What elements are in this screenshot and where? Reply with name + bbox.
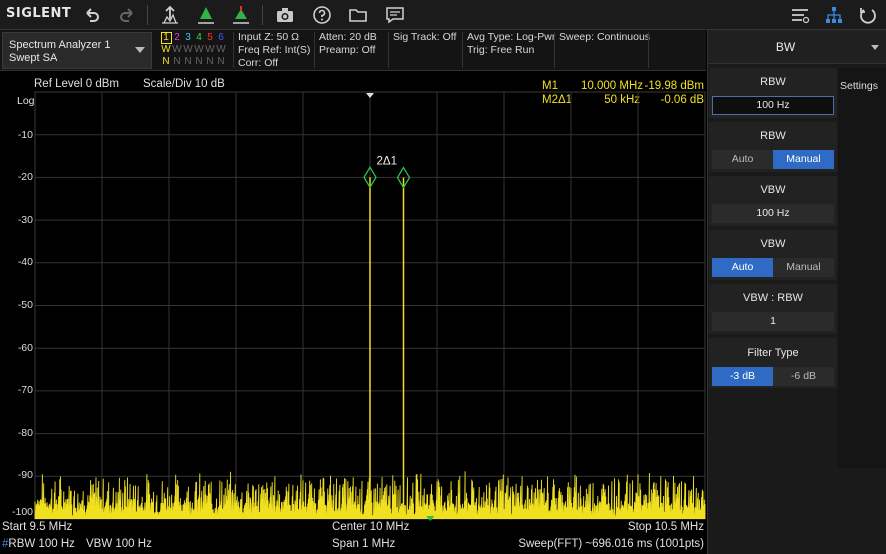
trace-number-6[interactable]: 6	[216, 32, 227, 43]
trace-number-3[interactable]: 3	[183, 32, 194, 43]
corr: Corr: Off	[238, 57, 279, 69]
trace-numbers[interactable]: 123456	[161, 32, 227, 44]
folder-icon[interactable]	[347, 4, 369, 26]
trace-mode-2: W	[172, 44, 183, 55]
ratio-label: VBW : RBW	[743, 292, 803, 304]
filter-6db-button[interactable]: -6 dB	[773, 367, 834, 386]
sweep-time[interactable]: Sweep(FFT) ~696.016 ms (1001pts)	[518, 538, 704, 550]
settings-tab-label: Settings	[840, 80, 878, 92]
input-z: Input Z: 50 Ω	[238, 31, 299, 43]
atten-settings[interactable]: Atten: 20 dB Preamp: Off	[319, 31, 377, 57]
marker-icon[interactable]	[195, 4, 217, 26]
help-icon[interactable]	[311, 4, 333, 26]
vbw-group: VBW 100 Hz	[709, 176, 837, 226]
stop-freq[interactable]: Stop 10.5 MHz	[628, 521, 704, 533]
rbw-readout[interactable]: #RBW 100 Hz	[2, 538, 75, 550]
settings-tab[interactable]: Settings	[838, 68, 886, 468]
center-freq[interactable]: Center 10 MHz	[332, 521, 409, 533]
trace-modes: WWWWWW	[161, 44, 227, 55]
sig-track: Sig Track: Off	[393, 31, 457, 43]
trace-det-1: N	[162, 56, 171, 67]
atten: Atten: 20 dB	[319, 31, 377, 43]
start-freq[interactable]: Start 9.5 MHz	[2, 521, 72, 533]
mode-name: Spectrum Analyzer 1	[9, 39, 111, 51]
chevron-down-icon	[135, 47, 145, 53]
avg-type: Avg Type: Log-Pwr	[467, 31, 556, 43]
filter-type-group: Filter Type -3 dB -6 dB	[709, 338, 837, 388]
ratio-value-field[interactable]: 1	[712, 312, 834, 331]
vbw-auto-button[interactable]: Auto	[712, 258, 773, 277]
preamp: Preamp: Off	[319, 44, 376, 56]
spectrum-plot[interactable]: 2Δ1	[0, 72, 706, 554]
status-bar: Spectrum Analyzer 1 Swept SA 123456 WWWW…	[0, 30, 706, 71]
vbw-mode-label: VBW	[760, 238, 786, 250]
avg-trig-settings[interactable]: Avg Type: Log-Pwr Trig: Free Run	[467, 31, 555, 57]
trace-detectors: NNNNNN	[161, 56, 227, 67]
trace-mode-1: W	[161, 44, 172, 55]
menu-icon[interactable]	[789, 4, 811, 26]
trace-number-2[interactable]: 2	[172, 32, 183, 43]
rbw-mode-label: RBW	[760, 130, 786, 142]
input-settings[interactable]: Input Z: 50 Ω Freq Ref: Int(S) Corr: Off	[238, 31, 310, 70]
trace-mode-3: W	[183, 44, 194, 55]
vbw-label: VBW	[760, 184, 786, 196]
rbw-value-field[interactable]: 100 Hz	[712, 96, 834, 115]
filter-3db-button[interactable]: -3 dB	[712, 367, 773, 386]
trig: Trig: Free Run	[467, 44, 535, 56]
vbw-readout[interactable]: VBW 100 Hz	[86, 538, 152, 550]
marker-delta-icon[interactable]	[230, 4, 252, 26]
mode-selector[interactable]: Spectrum Analyzer 1 Swept SA	[2, 32, 152, 69]
rbw-readout-text: RBW 100 Hz	[8, 538, 75, 550]
rbw-manual-button[interactable]: Manual	[773, 150, 834, 169]
trace-number-1[interactable]: 1	[161, 32, 172, 44]
panel-title-text: BW	[775, 40, 796, 54]
message-icon[interactable]	[384, 4, 406, 26]
vbw-value-field[interactable]: 100 Hz	[712, 204, 834, 223]
camera-icon[interactable]	[274, 4, 296, 26]
trace-number-4[interactable]: 4	[194, 32, 205, 43]
trace-det-4: N	[195, 56, 204, 67]
span[interactable]: Span 1 MHz	[332, 538, 395, 550]
network-icon[interactable]	[823, 4, 845, 26]
spectrum-display[interactable]: Ref Level 0 dBm Scale/Div 10 dB Log M1 1…	[0, 72, 706, 554]
sweep-settings[interactable]: Sweep: Continuous	[559, 31, 650, 44]
sweep-mode: Sweep: Continuous	[559, 31, 651, 43]
trace-mode-6: W	[216, 44, 227, 55]
redo-icon[interactable]	[116, 4, 138, 26]
markers: 2Δ1	[363, 93, 435, 521]
trace-det-5: N	[206, 56, 215, 67]
mode-sub: Swept SA	[9, 52, 58, 64]
freq-ref: Freq Ref: Int(S)	[238, 44, 311, 56]
ratio-group: VBW : RBW 1	[709, 284, 837, 334]
trace-det-3: N	[184, 56, 193, 67]
rbw-mode-group: RBW Auto Manual	[709, 122, 837, 172]
center-ref-triangle	[366, 93, 374, 98]
trace-number-5[interactable]: 5	[205, 32, 216, 43]
peak-search-icon[interactable]	[159, 4, 181, 26]
trace-det-2: N	[173, 56, 182, 67]
trace-mode-4: W	[194, 44, 205, 55]
power-icon[interactable]	[857, 4, 879, 26]
panel-title[interactable]: BW	[708, 30, 886, 64]
vbw-manual-button[interactable]: Manual	[773, 258, 834, 277]
bw-menu-panel: BW Settings RBW 100 Hz RBW Auto Manual V…	[707, 30, 886, 554]
sig-track-settings[interactable]: Sig Track: Off	[393, 31, 456, 44]
rbw-group: RBW 100 Hz	[709, 68, 837, 118]
rbw-label: RBW	[760, 76, 786, 88]
rbw-auto-button[interactable]: Auto	[712, 150, 773, 169]
vbw-mode-group: VBW Auto Manual	[709, 230, 837, 280]
filter-type-label: Filter Type	[747, 347, 799, 359]
trace-mode-5: W	[205, 44, 216, 55]
undo-icon[interactable]	[81, 4, 103, 26]
marker-delta-label: 2Δ1	[377, 156, 397, 168]
toolbar: SIGLENT	[0, 0, 886, 30]
siglent-logo: SIGLENT	[6, 6, 72, 21]
chevron-down-icon	[871, 45, 879, 50]
trace-det-6: N	[217, 56, 226, 67]
